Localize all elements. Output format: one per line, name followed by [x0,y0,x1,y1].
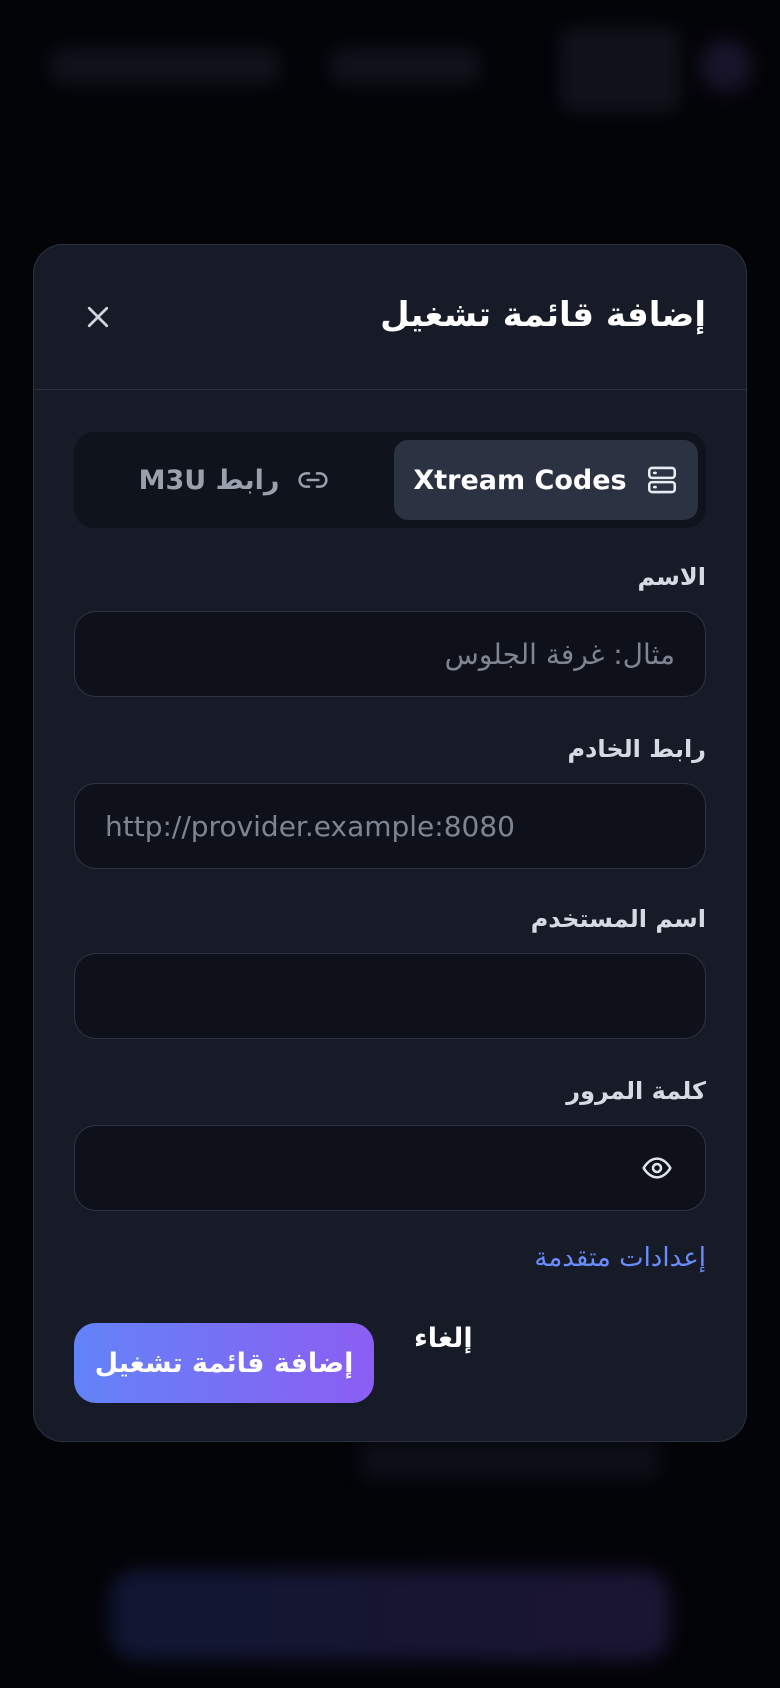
background-header-block [330,48,480,84]
tab-label: Xtream Codes [413,464,627,496]
server-url-label: رابط الخادم [567,735,706,763]
server-url-placeholder: http://provider.example:8080 [105,809,515,843]
add-playlist-dialog: إضافة قائمة تشغيل Xtream Codes رابط M3U … [33,244,747,1442]
username-label: اسم المستخدم [530,905,706,933]
password-label: كلمة المرور [566,1077,706,1105]
source-type-tabs: Xtream Codes رابط M3U [74,432,706,528]
name-label: الاسم [637,563,706,591]
background-text-block [360,1440,660,1480]
name-placeholder: مثال: غرفة الجلوس [444,637,675,671]
password-input[interactable] [74,1125,706,1211]
username-input[interactable] [74,953,706,1039]
close-button[interactable] [78,297,118,337]
show-password-button[interactable] [639,1150,675,1186]
advanced-settings-link[interactable]: إعدادات متقدمة [534,1243,706,1273]
background-header-block [50,48,280,84]
link-icon [298,472,329,488]
tab-label: رابط M3U [138,464,280,496]
close-icon [87,306,109,328]
cancel-button[interactable]: إلغاء [414,1323,473,1354]
tab-xtream-codes[interactable]: Xtream Codes [394,440,698,520]
background-avatar [700,40,752,92]
tab-m3u-link[interactable]: رابط M3U [82,440,386,520]
dialog-title: إضافة قائمة تشغيل [380,295,706,335]
server-icon [647,466,676,494]
name-input[interactable]: مثال: غرفة الجلوس [74,611,706,697]
background-header-block [560,28,680,112]
eye-icon [642,1157,672,1179]
background-primary-button [110,1570,670,1660]
dialog-header: إضافة قائمة تشغيل [34,245,746,390]
server-url-input[interactable]: http://provider.example:8080 [74,783,706,869]
add-playlist-button[interactable]: إضافة قائمة تشغيل [74,1323,374,1403]
